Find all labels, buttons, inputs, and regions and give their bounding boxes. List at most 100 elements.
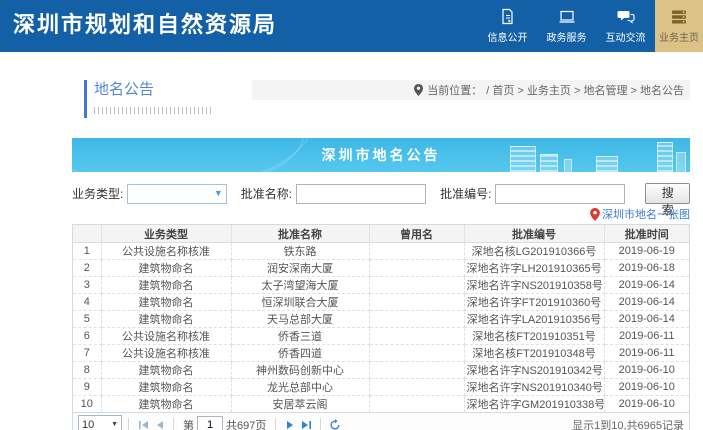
table-row[interactable]: 6公共设施名称核准侨香三道深地名核FT201910351号2019-06-11 (73, 328, 689, 345)
row-index: 3 (73, 277, 101, 294)
nav-label: 业务主页 (659, 29, 699, 44)
cell-business-type: 公共设施名称核准 (101, 345, 231, 362)
col-header-approved-name: 批准名称 (231, 225, 369, 243)
cell-business-type: 建筑物命名 (101, 260, 231, 277)
cell-former-name (369, 328, 464, 345)
nav-label: 信息公开 (488, 29, 528, 44)
breadcrumb: 当前位置： / 首页 > 业务主页 > 地名管理 > 地名公告 (252, 80, 690, 100)
cell-approved-name: 龙光总部中心 (231, 379, 369, 396)
building-graphic (564, 159, 572, 172)
cell-approved-name: 铁东路 (231, 243, 369, 260)
announcement-grid: 业务类型 批准名称 曾用名 批准编号 批准时间 1公共设施名称核准铁东路深地名核… (72, 224, 690, 430)
col-header-former-name: 曾用名 (369, 225, 464, 243)
row-index: 8 (73, 362, 101, 379)
cell-approved-name: 太子湾望海大厦 (231, 277, 369, 294)
refresh-button[interactable] (327, 417, 343, 430)
first-page-button[interactable] (135, 417, 151, 430)
record-count-summary: 显示1到10,共6965记录 (572, 417, 684, 430)
cell-approval-number: 深地名核FT201910348号 (464, 345, 604, 362)
breadcrumb-path[interactable]: / 首页 > 业务主页 > 地名管理 > 地名公告 (486, 82, 684, 98)
nav-item-government-services[interactable]: 政务服务 (537, 0, 596, 52)
prev-page-button[interactable] (151, 417, 167, 430)
table-row[interactable]: 8建筑物命名神州数码创新中心深地名许字NS201910342号2019-06-1… (73, 362, 689, 379)
cell-approval-number: 深地名许字LA201910356号 (464, 311, 604, 328)
nav-label: 互动交流 (606, 29, 646, 44)
nav-item-business-home-active[interactable]: 业务主页 (655, 0, 703, 52)
page-size-value: 10 (82, 419, 94, 430)
table-row[interactable]: 10建筑物命名安居萃云阁深地名许字GM201910338号2019-06-10 (73, 396, 689, 413)
table-row[interactable]: 2建筑物命名润安深南大厦深地名许字LH201910365号2019-06-18 (73, 260, 689, 277)
cell-approval-number: 深地名许字NS201910340号 (464, 379, 604, 396)
pagination-bar: 10 ▼ 第 共697页 (73, 412, 689, 430)
cell-business-type: 建筑物命名 (101, 294, 231, 311)
chevron-down-icon: ▼ (111, 421, 118, 428)
section-heading: 地名公告 (84, 78, 212, 114)
cell-approval-date: 2019-06-10 (604, 379, 689, 396)
divider (320, 418, 321, 430)
cell-business-type: 公共设施名称核准 (101, 328, 231, 345)
cell-business-type: 建筑物命名 (101, 311, 231, 328)
cell-approval-number: 深地名核LG201910366号 (464, 243, 604, 260)
cell-approval-date: 2019-06-14 (604, 277, 689, 294)
cell-approval-number: 深地名许字GM201910338号 (464, 396, 604, 413)
table-row[interactable]: 9建筑物命名龙光总部中心 深地名许字NS201910340号2019-06-10 (73, 379, 689, 396)
next-page-button[interactable] (282, 417, 298, 430)
cell-approval-date: 2019-06-19 (604, 243, 689, 260)
approved-name-input[interactable] (296, 184, 426, 204)
location-pin-icon (414, 84, 423, 96)
cell-former-name (369, 294, 464, 311)
building-graphic (596, 156, 618, 172)
business-type-select[interactable]: ▼ (127, 184, 226, 204)
cell-approval-date: 2019-06-11 (604, 328, 689, 345)
business-type-label: 业务类型: (72, 185, 123, 202)
row-index: 7 (73, 345, 101, 362)
heading-tick-decoration (94, 107, 212, 114)
nav-item-interaction[interactable]: 互动交流 (596, 0, 655, 52)
building-graphic (510, 146, 536, 172)
cell-approval-number: 深地名许字NS201910342号 (464, 362, 604, 379)
table-row[interactable]: 3建筑物命名太子湾望海大厦深地名许字NS201910358号2019-06-14 (73, 277, 689, 294)
cell-approval-number: 深地名许字NS201910358号 (464, 277, 604, 294)
cell-approval-date: 2019-06-10 (604, 362, 689, 379)
approval-number-input[interactable] (495, 184, 625, 204)
cell-approved-name: 天马总部大厦 (231, 311, 369, 328)
cell-approval-number: 深地名核FT201910351号 (464, 328, 604, 345)
content-panel: 深圳市地名公告 业务类型: ▼ 批准名称: 批准编号: 搜索 (72, 138, 690, 430)
row-index: 4 (73, 294, 101, 311)
placename-map-link-label: 深圳市地名一张图 (602, 206, 690, 222)
page-number-input[interactable] (197, 416, 223, 430)
cell-business-type: 建筑物命名 (101, 396, 231, 413)
nav-item-info-disclosure[interactable]: 信息公开 (478, 0, 537, 52)
page: 深圳市规划和自然资源局 信息公开 政务服务 互动交流 (0, 0, 703, 430)
cell-approval-date: 2019-06-11 (604, 345, 689, 362)
table-row[interactable]: 4建筑物命名恒深圳联合大厦深地名许字FT201910360号2019-06-14 (73, 294, 689, 311)
row-index: 10 (73, 396, 101, 413)
divider (173, 418, 174, 430)
cell-approved-name: 侨香四道 (231, 345, 369, 362)
cell-business-type: 建筑物命名 (101, 379, 231, 396)
search-button[interactable]: 搜索 (645, 183, 690, 204)
map-pin-icon (590, 208, 600, 221)
cell-approval-date: 2019-06-14 (604, 311, 689, 328)
table-row[interactable]: 5建筑物命名天马总部大厦深地名许字LA201910356号2019-06-14 (73, 311, 689, 328)
table-row[interactable]: 7公共设施名称核准侨香四道 深地名核FT201910348号2019-06-11 (73, 345, 689, 362)
row-index: 9 (73, 379, 101, 396)
col-header-approval-number: 批准编号 (464, 225, 604, 243)
cell-former-name (369, 260, 464, 277)
approved-name-label: 批准名称: (241, 185, 292, 202)
placename-map-link[interactable]: 深圳市地名一张图 (590, 206, 690, 222)
last-page-button[interactable] (298, 417, 314, 430)
top-navigation: 信息公开 政务服务 互动交流 业务主页 (478, 0, 703, 52)
cell-former-name (369, 311, 464, 328)
divider (275, 418, 276, 430)
building-graphic (657, 142, 673, 172)
table-row[interactable]: 1公共设施名称核准铁东路深地名核LG201910366号2019-06-19 (73, 243, 689, 260)
page-size-select[interactable]: 10 ▼ (78, 415, 122, 430)
cell-approved-name: 神州数码创新中心 (231, 362, 369, 379)
approval-number-label: 批准编号: (440, 185, 491, 202)
row-index: 2 (73, 260, 101, 277)
chevron-down-icon: ▼ (214, 188, 223, 198)
cell-former-name (369, 362, 464, 379)
cell-former-name (369, 379, 464, 396)
cell-approved-name: 恒深圳联合大厦 (231, 294, 369, 311)
